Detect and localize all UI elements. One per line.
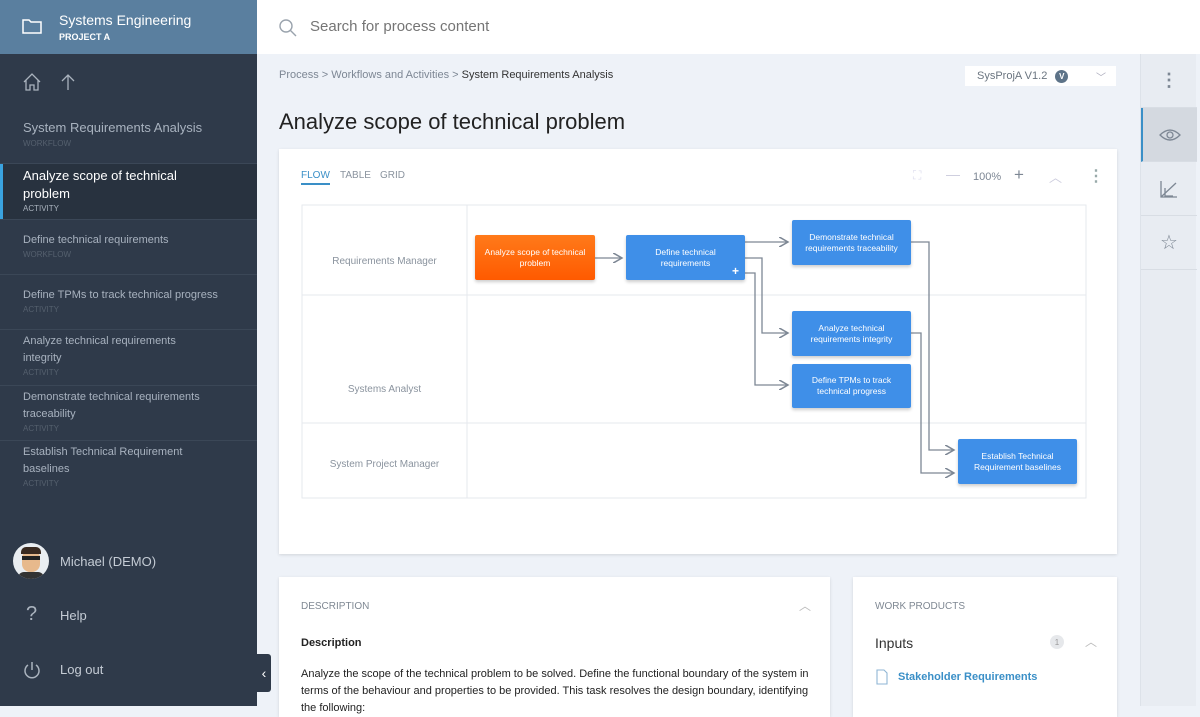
description-title: Description bbox=[301, 637, 362, 649]
flow-arrow bbox=[745, 272, 788, 385]
collapse-icon[interactable]: ︿ bbox=[1085, 633, 1097, 650]
document-icon bbox=[876, 669, 888, 685]
work-products-header: WORK PRODUCTS bbox=[875, 601, 965, 612]
description-card: DESCRIPTION ︿ Description Analyze the sc… bbox=[279, 577, 830, 717]
collapse-icon[interactable]: ︿ bbox=[799, 597, 811, 614]
flow-arrow bbox=[911, 332, 954, 473]
lane-label: Requirements Manager bbox=[332, 256, 437, 267]
node[interactable]: Define technical requirements bbox=[626, 235, 745, 280]
node[interactable]: Analyze technical requirements integrity bbox=[792, 311, 911, 356]
node[interactable]: Establish Technical Requirement baseline… bbox=[958, 439, 1077, 484]
input-link[interactable]: Stakeholder Requirements bbox=[898, 671, 1037, 683]
expand-plus-icon[interactable]: + bbox=[732, 264, 739, 278]
node-current[interactable]: Analyze scope of technical problem bbox=[475, 235, 595, 280]
inputs-label: Inputs bbox=[875, 635, 914, 651]
description-text: Analyze the scope of the technical probl… bbox=[301, 668, 809, 714]
description-header: DESCRIPTION bbox=[301, 601, 370, 612]
inputs-count: 1 bbox=[1050, 635, 1064, 649]
work-products-card: WORK PRODUCTS Inputs 1 ︿ Stakeholder Req… bbox=[853, 577, 1117, 717]
lane-label: Systems Analyst bbox=[347, 384, 422, 395]
lane-label: System Project Manager bbox=[329, 459, 440, 470]
flow-arrow bbox=[911, 241, 954, 450]
node[interactable]: Demonstrate technical requirements trace… bbox=[792, 220, 911, 265]
node[interactable]: Define TPMs to track technical progress bbox=[792, 364, 911, 408]
